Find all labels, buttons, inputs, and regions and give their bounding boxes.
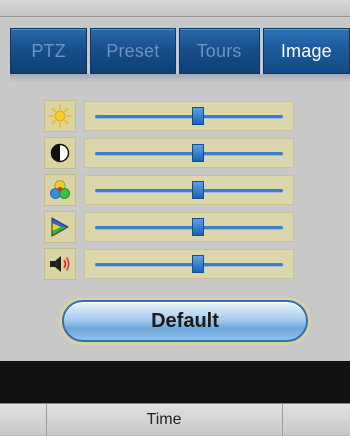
contrast-slider-thumb[interactable] [192,144,205,162]
tab-ptz-label: PTZ [31,40,66,61]
hue-icon [44,211,76,243]
top-strip [0,0,350,17]
volume-slider-track [95,263,283,266]
tab-tours-label: Tours [196,40,242,61]
tab-preset-label: Preset [106,40,160,61]
table-header: Time [0,403,350,436]
volume-icon [44,248,76,280]
saturation-row [44,172,296,209]
column-divider [282,404,283,436]
hue-slider[interactable] [84,212,294,242]
tab-ptz[interactable]: PTZ [10,28,88,74]
hue-row [44,209,296,246]
volume-slider[interactable] [84,249,294,279]
contrast-icon [44,137,76,169]
contrast-slider[interactable] [84,138,294,168]
saturation-slider-thumb[interactable] [192,181,205,199]
saturation-icon [44,174,76,206]
volume-slider-thumb[interactable] [192,255,205,273]
hue-slider-thumb[interactable] [192,218,205,236]
hue-slider-track [95,226,283,229]
brightness-row [44,98,296,135]
time-column-header[interactable]: Time [46,411,282,429]
brightness-icon [44,100,76,132]
tab-bar: PTZ Preset Tours Image [10,28,350,74]
image-sliders [44,98,296,283]
brightness-slider[interactable] [84,101,294,131]
tab-bar-shadow [10,74,350,82]
status-bar [0,361,350,403]
saturation-slider[interactable] [84,175,294,205]
brightness-slider-track [95,115,283,118]
default-button-label: Default [151,309,219,332]
tab-preset[interactable]: Preset [90,28,176,74]
tab-tours[interactable]: Tours [178,28,260,74]
contrast-slider-track [95,152,283,155]
brightness-slider-thumb[interactable] [192,107,205,125]
saturation-slider-track [95,189,283,192]
volume-row [44,246,296,283]
default-button[interactable]: Default [62,300,308,342]
contrast-row [44,135,296,172]
tab-image[interactable]: Image [262,28,350,74]
tab-image-label: Image [280,40,332,61]
